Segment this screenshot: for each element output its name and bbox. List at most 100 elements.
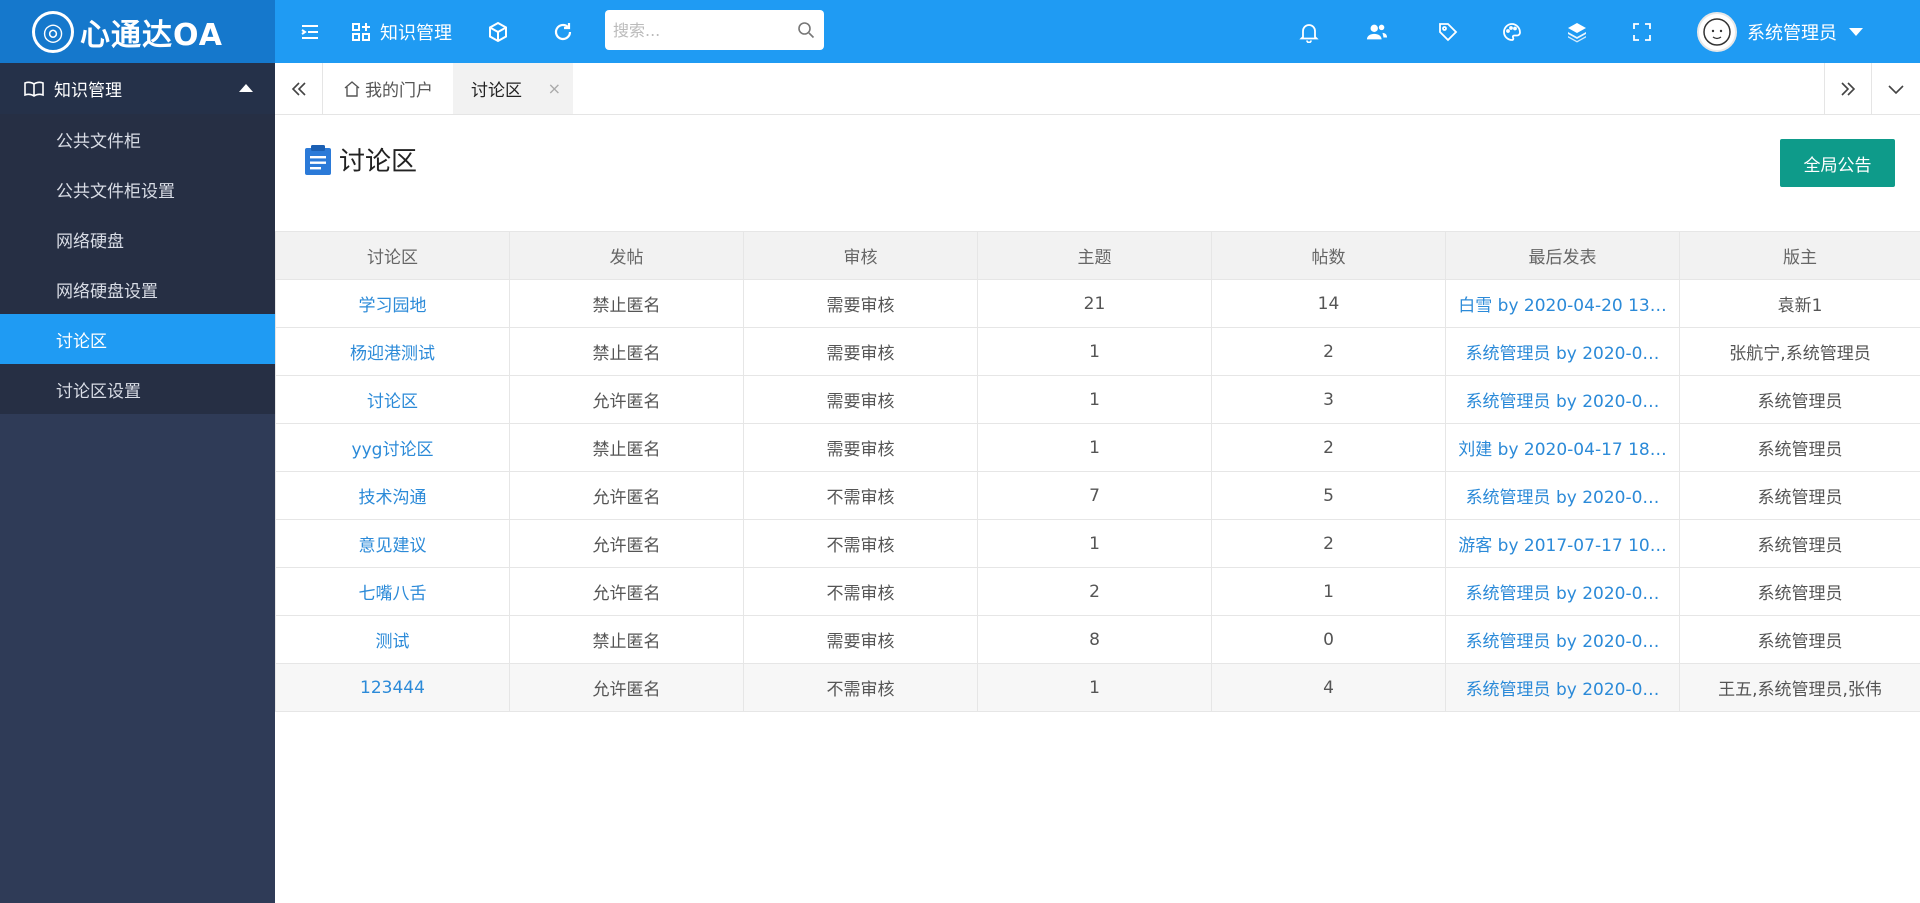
last-post-link[interactable]: 系统管理员 by 2020-0… [1466,344,1660,364]
tabs-menu-chevron-down-icon[interactable] [1872,63,1920,115]
table-row[interactable]: 123444 允许匿名 不需审核 1 4 系统管理员 by 2020-0… 王五,系统管理员… [275,663,1920,712]
table-cell: 王五,系统管理员,张伟 [1679,663,1920,712]
notepad-icon [305,144,331,175]
table-cell: 需要审核 [743,423,978,472]
tag-icon[interactable] [1435,0,1461,63]
page-title-text: 讨论区 [339,147,418,177]
forum-name-link[interactable]: 杨迎港测试 [350,344,435,364]
table-cell: 1 [977,375,1212,424]
last-post-link[interactable]: 系统管理员 by 2020-0… [1466,584,1660,604]
table-cell: 2 [1211,519,1446,568]
table-row[interactable]: 测试 禁止匿名 需要审核 8 0 系统管理员 by 2020-0… 系统管理员 [275,615,1920,664]
table-cell: yyg讨论区 [275,423,510,472]
bell-icon[interactable] [1296,0,1322,63]
page-title: 讨论区 [303,141,417,178]
column-header: 审核 [743,231,978,280]
forum-name-link[interactable]: 123444 [360,678,425,698]
last-post-link[interactable]: 游客 by 2017-07-17 10… [1458,536,1667,556]
table-cell: 2 [977,567,1212,616]
search-input[interactable] [605,10,824,50]
fullscreen-icon[interactable] [1630,0,1654,63]
app-logo[interactable]: ◎ 心通达OA [0,0,275,63]
table-row[interactable]: yyg讨论区 禁止匿名 需要审核 1 2 刘建 by 2020-04-17 18… 系统管理… [275,423,1920,472]
table-row[interactable]: 七嘴八舌 允许匿名 不需审核 2 1 系统管理员 by 2020-0… 系统管理员 [275,567,1920,616]
users-icon[interactable] [1363,0,1391,63]
refresh-icon[interactable] [550,0,576,63]
tab-label: 讨论区 [471,81,522,101]
sidebar-item[interactable]: 公共文件柜 [0,114,275,164]
table-row[interactable]: 讨论区 允许匿名 需要审核 1 3 系统管理员 by 2020-0… 系统管理员 [275,375,1920,424]
last-post-link[interactable]: 刘建 by 2020-04-17 18… [1458,440,1667,460]
column-header: 版主 [1679,231,1920,280]
sidebar-item[interactable]: 公共文件柜设置 [0,164,275,214]
table-cell: 白雪 by 2020-04-20 13… [1445,279,1680,328]
user-name: 系统管理员 [1747,23,1837,44]
forum-name-link[interactable]: yyg讨论区 [352,440,434,460]
table-cell: 21 [977,279,1212,328]
top-bar: ◎ 心通达OA 知识管理 系统管理员 [0,0,1920,63]
forum-name-link[interactable]: 学习园地 [359,296,427,316]
home-icon [344,80,360,97]
table-cell: 禁止匿名 [509,327,744,376]
book-icon [24,81,44,97]
user-menu[interactable]: 系统管理员 [1697,12,1863,52]
table-cell: 禁止匿名 [509,279,744,328]
table-cell: 允许匿名 [509,663,744,712]
table-cell: 禁止匿名 [509,615,744,664]
tabs-scroll-left-icon[interactable] [275,63,323,115]
avatar [1697,12,1737,52]
table-cell: 允许匿名 [509,471,744,520]
close-icon[interactable]: × [548,79,561,98]
table-cell: 不需审核 [743,567,978,616]
table-cell: 2 [1211,327,1446,376]
table-cell: 8 [977,615,1212,664]
layers-icon[interactable] [1564,0,1590,63]
table-row[interactable]: 技术沟通 允许匿名 不需审核 7 5 系统管理员 by 2020-0… 系统管理员 [275,471,1920,520]
tab-my-portal[interactable]: 我的门户 [323,63,453,114]
table-cell: 0 [1211,615,1446,664]
logo-icon: ◎ [32,10,74,53]
chevron-down-icon [1849,28,1863,36]
last-post-link[interactable]: 系统管理员 by 2020-0… [1466,632,1660,652]
table-cell: 需要审核 [743,279,978,328]
sidebar-section-knowledge[interactable]: 知识管理 [0,63,275,114]
sidebar-item[interactable]: 网络硬盘设置 [0,264,275,314]
table-cell: 1 [1211,567,1446,616]
table-cell: 1 [977,423,1212,472]
table-cell: 4 [1211,663,1446,712]
palette-icon[interactable] [1499,0,1525,63]
table-cell: 袁新1 [1679,279,1920,328]
sidebar-item[interactable]: 讨论区设置 [0,364,275,414]
table-row[interactable]: 学习园地 禁止匿名 需要审核 21 14 白雪 by 2020-04-20 13… 袁新1 [275,279,1920,328]
table-body: 学习园地 禁止匿名 需要审核 21 14 白雪 by 2020-04-20 13… 袁新1 杨… [275,279,1920,712]
forum-name-link[interactable]: 意见建议 [359,536,427,556]
sidebar-item[interactable]: 讨论区 [0,314,275,364]
sidebar-item[interactable]: 网络硬盘 [0,214,275,264]
table-cell: 系统管理员 by 2020-0… [1445,567,1680,616]
table-cell: 系统管理员 by 2020-0… [1445,327,1680,376]
sidebar: 知识管理 公共文件柜 公共文件柜设置 网络硬盘 网络硬盘设置 讨论区 讨论区设置 [0,63,275,903]
tabs-scroll-right-icon[interactable] [1824,63,1872,115]
search-icon[interactable] [797,21,815,39]
table-cell: 1 [977,327,1212,376]
table-cell: 2 [1211,423,1446,472]
forum-name-link[interactable]: 测试 [376,632,410,652]
last-post-link[interactable]: 系统管理员 by 2020-0… [1466,680,1660,700]
table-cell: 系统管理员 by 2020-0… [1445,375,1680,424]
forum-name-link[interactable]: 技术沟通 [359,488,427,508]
table-header-row: 讨论区 发帖 审核 主题 帖数 最后发表 版主 [275,231,1920,280]
last-post-link[interactable]: 白雪 by 2020-04-20 13… [1458,296,1667,316]
table-row[interactable]: 杨迎港测试 禁止匿名 需要审核 1 2 系统管理员 by 2020-0… 张航宁,系统管理员 [275,327,1920,376]
cube-icon[interactable] [485,0,511,63]
table-row[interactable]: 意见建议 允许匿名 不需审核 1 2 游客 by 2017-07-17 10… 系统管理员 [275,519,1920,568]
global-notice-button[interactable]: 全局公告 [1780,139,1895,187]
tab-discussion[interactable]: 讨论区 × [453,63,573,114]
menu-toggle-icon[interactable] [295,0,325,63]
last-post-link[interactable]: 系统管理员 by 2020-0… [1466,392,1660,412]
forum-name-link[interactable]: 七嘴八舌 [359,584,427,604]
table-cell: 14 [1211,279,1446,328]
forum-name-link[interactable]: 讨论区 [367,392,418,412]
last-post-link[interactable]: 系统管理员 by 2020-0… [1466,488,1660,508]
module-switcher[interactable]: 知识管理 [350,0,452,63]
table-cell: 技术沟通 [275,471,510,520]
